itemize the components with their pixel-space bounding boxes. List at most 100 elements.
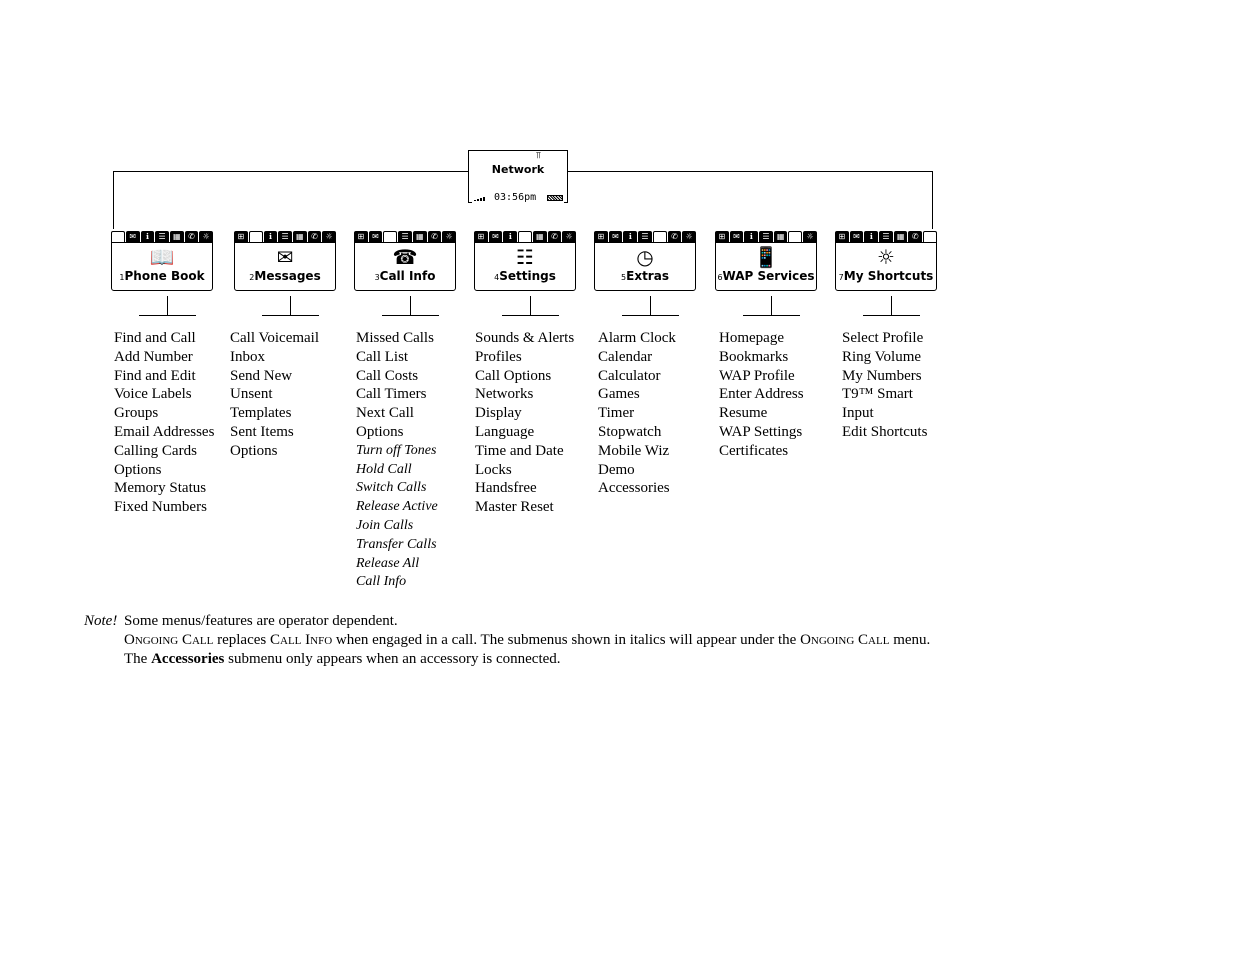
- submenu-item[interactable]: Time and Date: [475, 442, 574, 461]
- ongoing-call-submenu-item[interactable]: Release All: [356, 555, 438, 574]
- submenu-item[interactable]: Missed Calls: [356, 329, 438, 348]
- submenu-item[interactable]: Call Timers: [356, 385, 438, 404]
- submenu-item[interactable]: Sent Items: [230, 423, 319, 442]
- submenu-item[interactable]: Options: [356, 423, 438, 442]
- messages-tab-icon: ✉: [729, 231, 744, 242]
- menu-screen-wap-services[interactable]: ⊞ ✉ ℹ ☰ ▦ ☼ 📱 6WAP Services: [715, 231, 817, 291]
- ongoing-call-submenu-item[interactable]: Transfer Calls: [356, 536, 438, 555]
- submenu-list: Alarm Clock Calendar Calculator Games Timer S…: [598, 329, 676, 498]
- menu-screen-body: 📱 6WAP Services: [715, 242, 817, 291]
- submenu-item[interactable]: Memory Status: [114, 479, 214, 498]
- submenu-item[interactable]: Enter Address: [719, 385, 804, 404]
- submenu-item[interactable]: Calling Cards: [114, 442, 214, 461]
- menu-label: Messages: [254, 269, 321, 283]
- ongoing-call-submenu-item[interactable]: Switch Calls: [356, 479, 438, 498]
- menu-label: Settings: [499, 269, 556, 283]
- submenu-item[interactable]: Edit Shortcuts: [842, 423, 927, 442]
- submenu-item[interactable]: Voice Labels: [114, 385, 214, 404]
- menu-screen-settings[interactable]: ⊞ ✉ ℹ ▦ ✆ ☼ ☷ 4Settings: [474, 231, 576, 291]
- phonebook-tab-icon: ⊞: [234, 231, 248, 242]
- menu-title: 7My Shortcuts: [836, 269, 936, 283]
- menu-label: My Shortcuts: [843, 269, 934, 283]
- submenu-item[interactable]: Homepage: [719, 329, 804, 348]
- submenu-item[interactable]: Call Options: [475, 367, 574, 386]
- submenu-item[interactable]: Games: [598, 385, 676, 404]
- submenu-item[interactable]: T9™ Smart: [842, 385, 927, 404]
- submenu-item[interactable]: Send New: [230, 367, 319, 386]
- submenu-item[interactable]: Timer: [598, 404, 676, 423]
- submenu-item[interactable]: Add Number: [114, 348, 214, 367]
- submenu-item[interactable]: Sounds & Alerts: [475, 329, 574, 348]
- menu-title: 6WAP Services: [716, 269, 816, 283]
- shortcuts-tab-icon: ☼: [199, 231, 213, 242]
- submenu-item[interactable]: Options: [114, 461, 214, 480]
- submenu-item[interactable]: Options: [230, 442, 319, 461]
- submenu-item[interactable]: My Numbers: [842, 367, 927, 386]
- submenu-item[interactable]: Next Call: [356, 404, 438, 423]
- shortcuts-tab-icon: ☼: [803, 231, 817, 242]
- submenu-item[interactable]: Groups: [114, 404, 214, 423]
- submenu-item[interactable]: Calculator: [598, 367, 676, 386]
- extras-tab-icon: ▦: [292, 231, 307, 242]
- phonebook-tab-icon: ⊞: [354, 231, 368, 242]
- submenu-list: Homepage Bookmarks WAP Profile Enter Addres…: [719, 329, 804, 461]
- submenu-item[interactable]: Locks: [475, 461, 574, 480]
- accessories-term: Accessories: [151, 651, 225, 667]
- menu-title: 3Call Info: [355, 269, 455, 283]
- submenu-item[interactable]: WAP Profile: [719, 367, 804, 386]
- submenu-item[interactable]: Ring Volume: [842, 348, 927, 367]
- submenu-item[interactable]: Mobile Wiz: [598, 442, 676, 461]
- submenu-item[interactable]: Demo: [598, 461, 676, 480]
- submenu-item[interactable]: Alarm Clock: [598, 329, 676, 348]
- submenu-item[interactable]: Email Addresses: [114, 423, 214, 442]
- menu-label: WAP Services: [722, 269, 815, 283]
- submenu-list: Find and Call Add Number Find and Edit Voic…: [114, 329, 214, 517]
- submenu-item[interactable]: WAP Settings: [719, 423, 804, 442]
- submenu-item[interactable]: Stopwatch: [598, 423, 676, 442]
- submenu-item[interactable]: Networks: [475, 385, 574, 404]
- submenu-item[interactable]: Resume: [719, 404, 804, 423]
- note-text: The: [124, 651, 152, 667]
- submenu-item[interactable]: Call Costs: [356, 367, 438, 386]
- menu-screen-phone-book[interactable]: ✉ ℹ ☰ ▦ ✆ ☼ 📖 1Phone Book: [111, 231, 213, 291]
- note-label: Note!: [84, 613, 118, 629]
- submenu-item[interactable]: Master Reset: [475, 498, 574, 517]
- menu-title: 2Messages: [235, 269, 335, 283]
- submenu-item[interactable]: Find and Edit: [114, 367, 214, 386]
- wap-phone-icon: 📱: [753, 245, 779, 269]
- submenu-item[interactable]: Bookmarks: [719, 348, 804, 367]
- submenu-item[interactable]: Language: [475, 423, 574, 442]
- menu-screen-messages[interactable]: ⊞ ℹ ☰ ▦ ✆ ☼ ✉ 2Messages: [234, 231, 336, 291]
- submenu-item[interactable]: Call List: [356, 348, 438, 367]
- submenu-item[interactable]: Find and Call: [114, 329, 214, 348]
- submenu-item[interactable]: Profiles: [475, 348, 574, 367]
- extras-tab-icon: ▦: [412, 231, 427, 242]
- submenu-item[interactable]: Handsfree: [475, 479, 574, 498]
- submenu-item[interactable]: Fixed Numbers: [114, 498, 214, 517]
- ongoing-call-submenu-item[interactable]: Join Calls: [356, 517, 438, 536]
- submenu-list: Missed Calls Call List Call Costs Call Time…: [356, 329, 438, 592]
- ongoing-call-submenu-item[interactable]: Hold Call: [356, 461, 438, 480]
- messages-tab-icon: ✉: [125, 231, 140, 242]
- submenu-item[interactable]: Accessories: [598, 479, 676, 498]
- menu-label: Phone Book: [124, 269, 205, 283]
- submenu-item[interactable]: Call Voicemail: [230, 329, 319, 348]
- menu-screen-call-info[interactable]: ⊞ ✉ ☰ ▦ ✆ ☼ ☎ 3Call Info: [354, 231, 456, 291]
- ongoing-call-submenu-item[interactable]: Call Info: [356, 573, 438, 592]
- submenu-item[interactable]: Calendar: [598, 348, 676, 367]
- submenu-item[interactable]: Unsent: [230, 385, 319, 404]
- submenu-item[interactable]: Templates: [230, 404, 319, 423]
- menu-screen-extras[interactable]: ⊞ ✉ ℹ ☰ ✆ ☼ ◷ 5Extras: [594, 231, 696, 291]
- ongoing-call-submenu-item[interactable]: Release Active: [356, 498, 438, 517]
- idle-screen[interactable]: ⫪ Network 03:56pm: [468, 150, 568, 203]
- wap-tab-icon: ✆: [667, 231, 682, 242]
- submenu-item[interactable]: Select Profile: [842, 329, 927, 348]
- submenu-item[interactable]: Inbox: [230, 348, 319, 367]
- submenu-item[interactable]: Display: [475, 404, 574, 423]
- note-text: when engaged in a call. The submenus sho…: [332, 632, 801, 648]
- ongoing-call-submenu-item[interactable]: Turn off Tones: [356, 442, 438, 461]
- submenu-item[interactable]: Certificates: [719, 442, 804, 461]
- menu-screen-my-shortcuts[interactable]: ⊞ ✉ ℹ ☰ ▦ ✆ ☼ 7My Shortcuts: [835, 231, 937, 291]
- submenu-item[interactable]: Input: [842, 404, 927, 423]
- phone-book-icon: 📖: [149, 245, 175, 269]
